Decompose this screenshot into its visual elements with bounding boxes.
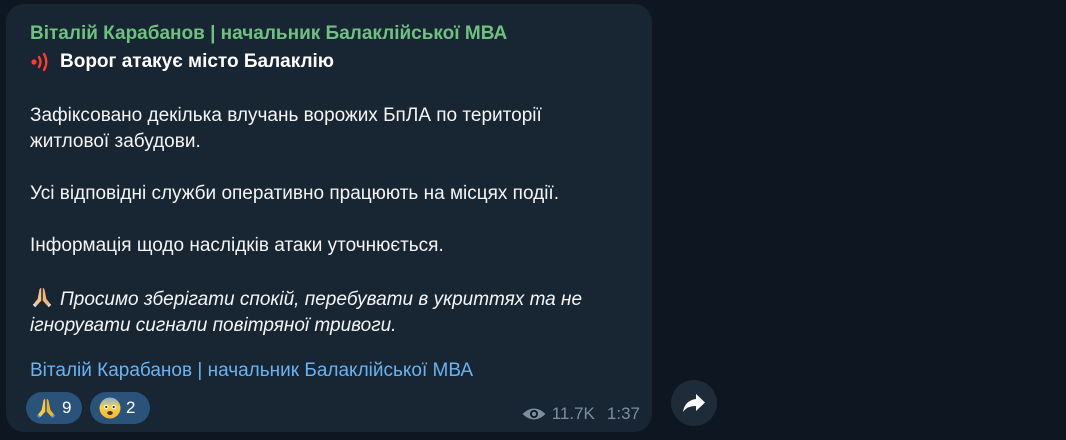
message-time: 1:37 [606,404,640,423]
message-bubble[interactable]: Віталій Карабанов | начальник Балаклійсь… [6,4,652,432]
reaction-folded-hands[interactable]: 9 [26,392,82,424]
forward-arrow-icon [683,394,705,412]
paragraph-line: Зафіксовано декілька влучань ворожих БпЛ… [30,105,542,126]
note-line: ігнорувати сигнали повітряної тривоги. [30,315,397,336]
forward-button[interactable] [671,380,717,426]
reaction-fearful-face[interactable]: 2 [90,392,150,424]
view-count: 11.7K [551,404,595,423]
folded-hands-icon [32,288,52,308]
eye-icon [522,408,546,420]
message-author[interactable]: Віталій Карабанов | начальник Балаклійсь… [30,23,507,45]
reaction-count: 2 [126,398,136,417]
message-paragraph: Усі відповідні служби оперативно працюют… [30,181,559,207]
message-paragraph: Зафіксовано декілька влучань ворожих БпЛ… [30,103,542,155]
signature-link[interactable]: Віталій Карабанов | начальник Балаклійсь… [30,360,473,382]
note-line: Просимо зберігати спокій, перебувати в у… [60,289,583,310]
reaction-count: 9 [62,398,72,417]
paragraph-line: Інформація щодо наслідків атаки уточнюєт… [30,235,444,256]
paragraph-line: житлової забудови. [30,131,201,152]
message-meta: 11.7K 1:37 [521,403,640,425]
siren-icon [31,52,48,72]
fearful-face-icon [99,397,121,419]
paragraph-line: Усі відповідні служби оперативно працюют… [30,183,559,204]
headline-text: Ворог атакує місто Балаклію [60,51,335,72]
message-headline: Ворог атакує місто Балаклію [30,49,334,75]
message-paragraph: Інформація щодо наслідків атаки уточнюєт… [30,233,444,259]
italic-note: Просимо зберігати спокій, перебувати в у… [30,285,582,339]
folded-hands-icon [36,399,56,419]
